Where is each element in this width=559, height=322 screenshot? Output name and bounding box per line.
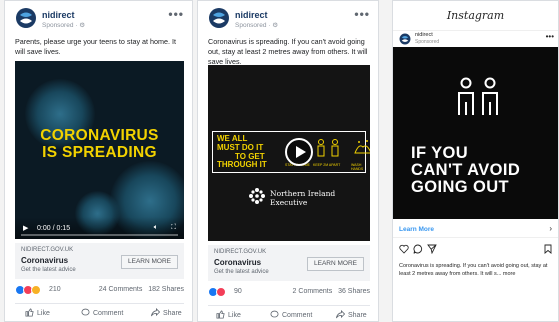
link-description: Get the latest advice xyxy=(214,269,269,275)
video-progress-bar[interactable] xyxy=(21,234,178,236)
thumbs-up-icon xyxy=(216,310,225,319)
ad-headline: IF YOU CAN'T AVOID GOING OUT xyxy=(411,145,520,196)
link-title[interactable]: Coronavirus xyxy=(21,256,68,265)
wow-reaction-icon xyxy=(31,285,41,295)
comments-shares-count[interactable]: 24 Comments 182 Shares xyxy=(99,286,184,293)
page-name[interactable]: nidirect xyxy=(415,32,433,38)
learn-more-bar[interactable]: Learn More › xyxy=(393,222,558,238)
facebook-ad-card-1: nidirect Sponsored · ⚙ ••• Parents, plea… xyxy=(4,0,193,322)
play-icon xyxy=(296,146,306,158)
more-options-icon[interactable]: ••• xyxy=(168,7,184,21)
shares-count[interactable]: 182 Shares xyxy=(148,286,184,293)
headline-line: GOING OUT xyxy=(411,178,510,196)
comment-button[interactable]: Comment xyxy=(270,310,312,319)
volume-icon[interactable]: 🔈︎ xyxy=(154,224,158,232)
comment-icon[interactable] xyxy=(413,244,423,254)
chevron-right-icon[interactable]: › xyxy=(549,224,552,233)
love-reaction-icon xyxy=(216,287,226,297)
comment-icon xyxy=(81,308,90,316)
banner-box: WE ALL MUST DO IT TO GET THROUGH IT STAY… xyxy=(212,131,370,173)
ad-image[interactable]: IF YOU CAN'T AVOID GOING OUT xyxy=(393,47,558,219)
share-icon xyxy=(336,309,346,319)
shares-count[interactable]: 36 Shares xyxy=(338,288,370,295)
link-description: Get the latest advice xyxy=(21,267,76,273)
org-name-line: Executive xyxy=(270,198,308,207)
headline-line: IF YOU xyxy=(411,144,469,162)
send-icon[interactable] xyxy=(427,244,437,254)
like-button[interactable]: Like xyxy=(25,308,50,317)
engagement-stats: 210 24 Comments 182 Shares xyxy=(15,285,184,297)
video-player[interactable]: WE ALL MUST DO IT TO GET THROUGH IT STAY… xyxy=(208,65,370,241)
link-domain: NIDIRECT.GOV.UK xyxy=(214,249,267,255)
heart-icon[interactable] xyxy=(399,244,409,254)
link-domain: NIDIRECT.GOV.UK xyxy=(21,247,74,253)
sponsored-label: Sponsored · ⚙ xyxy=(42,22,86,29)
headline-line: IS SPREADING xyxy=(42,144,157,161)
comments-count[interactable]: 24 Comments xyxy=(99,286,143,293)
banner-small-label: KEEP 2M APART xyxy=(313,163,341,167)
link-preview[interactable]: NIDIRECT.GOV.UK Coronavirus Get the late… xyxy=(208,245,370,281)
sponsored-label: Sponsored xyxy=(415,39,440,45)
headline-line: CORONAVIRUS xyxy=(40,127,159,144)
more-options-icon[interactable]: ••• xyxy=(546,32,554,41)
comments-count[interactable]: 2 Comments xyxy=(293,288,333,295)
fullscreen-icon[interactable]: ⛶ xyxy=(171,224,176,232)
instagram-ad-card: Instagram nidirect Sponsored ••• IF YOU … xyxy=(392,0,559,322)
page-name[interactable]: nidirect xyxy=(42,10,75,20)
engagement-stats: 90 2 Comments 36 Shares xyxy=(208,287,370,299)
play-icon[interactable]: ▶ xyxy=(23,224,28,232)
post-header: nidirect Sponsored ••• xyxy=(393,31,558,47)
link-preview[interactable]: NIDIRECT.GOV.UK Coronavirus Get the late… xyxy=(15,243,184,279)
sponsored-label: Sponsored · ⚙ xyxy=(235,22,279,29)
comment-icon xyxy=(270,310,279,318)
nidirect-logo-icon[interactable] xyxy=(399,33,411,45)
post-actions: Like Comment Share xyxy=(208,305,370,319)
share-button[interactable]: Share xyxy=(151,307,182,317)
video-controls: ▶ 0:00 / 0:15 🔈︎ ⛶ xyxy=(15,217,184,239)
video-player[interactable]: CORONAVIRUS IS SPREADING ▶ 0:00 / 0:15 🔈… xyxy=(15,61,184,239)
thumbs-up-icon xyxy=(25,308,34,317)
ni-executive-logo-icon xyxy=(249,188,265,204)
learn-more-link[interactable]: Learn More xyxy=(399,226,434,233)
learn-more-button[interactable]: LEARN MORE xyxy=(121,255,178,269)
instagram-logo: Instagram xyxy=(446,9,505,22)
org-name-line: Northern Ireland xyxy=(270,189,336,198)
facebook-ad-card-2: nidirect Sponsored · ⚙ ••• Coronavirus i… xyxy=(197,0,379,322)
instagram-actions xyxy=(399,244,552,258)
people-icon xyxy=(317,139,339,157)
play-button[interactable] xyxy=(285,138,313,166)
hand-wash-icon xyxy=(354,140,370,154)
nidirect-logo-icon[interactable] xyxy=(15,7,37,29)
bookmark-icon[interactable] xyxy=(544,244,552,254)
comments-shares-count[interactable]: 2 Comments 36 Shares xyxy=(293,288,370,295)
post-header: nidirect Sponsored · ⚙ ••• xyxy=(198,7,378,31)
instagram-top-bar: Instagram xyxy=(393,1,558,31)
banner-text: WE ALL MUST DO IT TO GET THROUGH IT xyxy=(217,134,267,170)
more-options-icon[interactable]: ••• xyxy=(354,7,370,21)
two-people-icon xyxy=(458,77,498,115)
share-button[interactable]: Share xyxy=(336,309,367,319)
reaction-count: 90 xyxy=(234,288,242,295)
headline-line: CAN'T AVOID xyxy=(411,161,521,179)
like-button[interactable]: Like xyxy=(216,310,241,319)
learn-more-button[interactable]: LEARN MORE xyxy=(307,257,364,271)
post-header: nidirect Sponsored · ⚙ ••• xyxy=(5,7,192,31)
post-caption: Coronavirus is spreading. If you can't a… xyxy=(399,263,548,277)
video-headline: CORONAVIRUS IS SPREADING xyxy=(15,127,184,161)
post-caption: Parents, please urge your teens to stay … xyxy=(15,37,177,56)
post-actions: Like Comment Share xyxy=(15,303,184,317)
comment-button[interactable]: Comment xyxy=(81,308,123,317)
video-time: 0:00 / 0:15 xyxy=(37,225,71,232)
post-caption: Coronavirus is spreading. If you can't a… xyxy=(208,37,368,66)
org-name: Northern Ireland Executive xyxy=(270,189,335,207)
nidirect-logo-icon[interactable] xyxy=(208,7,230,29)
reaction-count: 210 xyxy=(49,286,61,293)
banner-small-label: WASH HANDS xyxy=(351,163,364,171)
link-title[interactable]: Coronavirus xyxy=(214,258,261,267)
share-icon xyxy=(151,307,161,317)
banner-line: THROUGH IT xyxy=(217,160,267,170)
page-name[interactable]: nidirect xyxy=(235,10,268,20)
